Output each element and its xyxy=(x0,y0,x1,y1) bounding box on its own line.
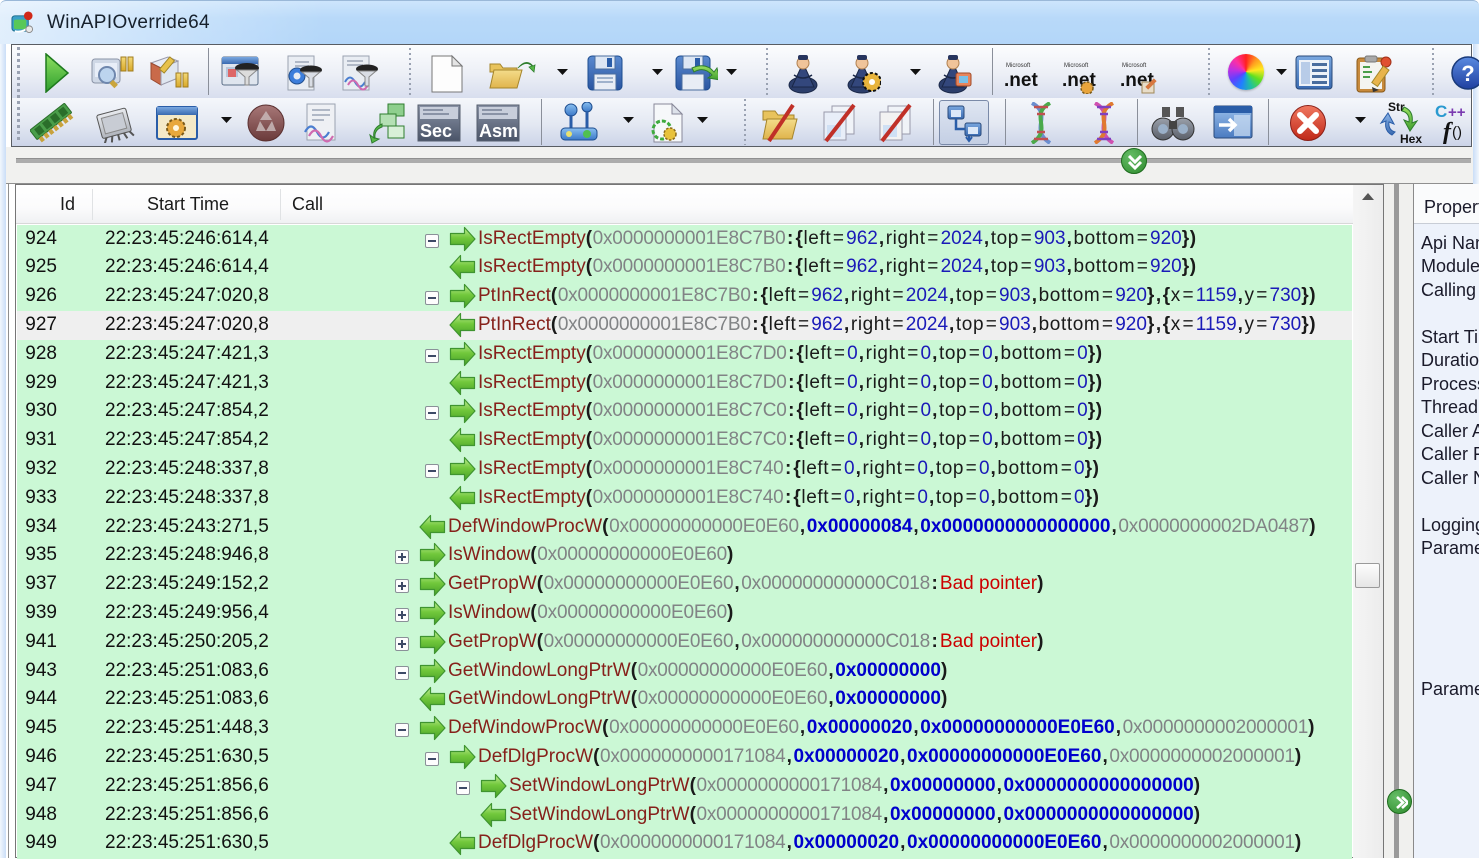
svg-text:Microsoft: Microsoft xyxy=(1006,63,1031,69)
svg-text:(): () xyxy=(1452,124,1462,141)
svg-text:.net: .net xyxy=(1004,70,1038,91)
svg-text:Microsoft: Microsoft xyxy=(1122,63,1147,69)
svg-text:Sec: Sec xyxy=(420,121,452,141)
svg-text:Hex: Hex xyxy=(1400,132,1422,145)
svg-text:Microsoft: Microsoft xyxy=(1064,63,1089,69)
svg-text:Asm: Asm xyxy=(479,121,518,141)
svg-text:?: ? xyxy=(1461,61,1474,86)
svg-text:Str: Str xyxy=(1388,101,1405,114)
